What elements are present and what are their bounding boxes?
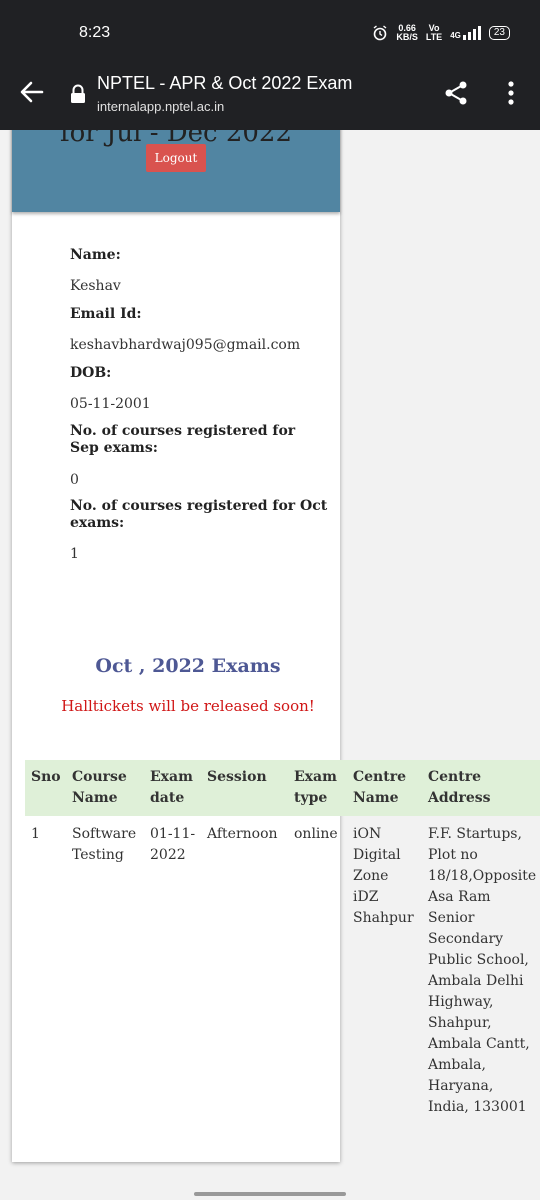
logout-button[interactable]: Logout <box>146 144 206 172</box>
page-title[interactable]: NPTEL - APR & Oct 2022 Exam <box>97 73 352 94</box>
volte-indicator: Vo LTE <box>425 23 443 42</box>
header-centre-name: Centre Name <box>353 769 406 806</box>
name-value: Keshav <box>70 278 121 294</box>
sep-courses-value: 0 <box>70 472 79 488</box>
row-centre-address: F.F. Startups, Plot no 18/18,Opposite As… <box>428 826 537 1115</box>
name-label: Name: <box>70 247 121 263</box>
content-card <box>12 100 340 1162</box>
page-url[interactable]: internalapp.nptel.ac.in <box>97 99 224 114</box>
hallticket-notice: Halltickets will be released soon! <box>61 697 315 715</box>
header-course-name: Course Name <box>72 769 127 806</box>
header-centre-address: Centre Address <box>428 769 491 806</box>
row-sno: 1 <box>31 826 40 842</box>
row-session: Afternoon <box>207 826 278 842</box>
net-speed: 0.66 KB/S <box>396 23 418 42</box>
row-exam-date: 01-11- 2022 <box>150 826 196 863</box>
header-session: Session <box>207 769 267 785</box>
home-indicator[interactable] <box>194 1192 346 1196</box>
sep-courses-label-line2: Sep exams: <box>70 440 158 456</box>
header-exam-date: Exam date <box>150 769 193 806</box>
dob-label: DOB: <box>70 365 112 381</box>
oct-courses-value: 1 <box>70 546 79 562</box>
more-options-icon[interactable] <box>500 78 522 108</box>
back-arrow-icon[interactable] <box>18 78 46 106</box>
battery-icon: 23 <box>488 26 510 40</box>
exams-heading: Oct , 2022 Exams <box>95 655 281 677</box>
status-time: 8:23 <box>79 24 111 41</box>
email-value: keshavbhardwaj095@gmail.com <box>70 337 301 353</box>
lock-icon[interactable] <box>69 84 87 104</box>
dob-value: 05-11-2001 <box>70 396 151 412</box>
row-course-name: Software Testing <box>72 826 137 863</box>
header-exam-type: Exam type <box>294 769 337 806</box>
row-exam-type: online <box>294 826 338 842</box>
alarm-icon <box>373 25 387 41</box>
header-sno: Sno <box>31 769 61 785</box>
email-label: Email Id: <box>70 306 142 322</box>
share-icon[interactable] <box>442 79 470 107</box>
sep-courses-label-line1: No. of courses registered for <box>70 423 296 439</box>
row-centre-name: iON Digital Zone iDZ Shahpur <box>353 826 414 926</box>
oct-courses-label-line1: No. of courses registered for Oct <box>70 498 328 514</box>
status-icons: 0.66 KB/S Vo LTE 4G 23 <box>372 24 510 42</box>
signal-icon: 4G <box>450 26 481 40</box>
oct-courses-label-line2: exams: <box>70 515 125 531</box>
browser-chrome: 8:23 0.66 KB/S Vo LTE 4G 23 NPTEL - APR … <box>0 0 540 130</box>
